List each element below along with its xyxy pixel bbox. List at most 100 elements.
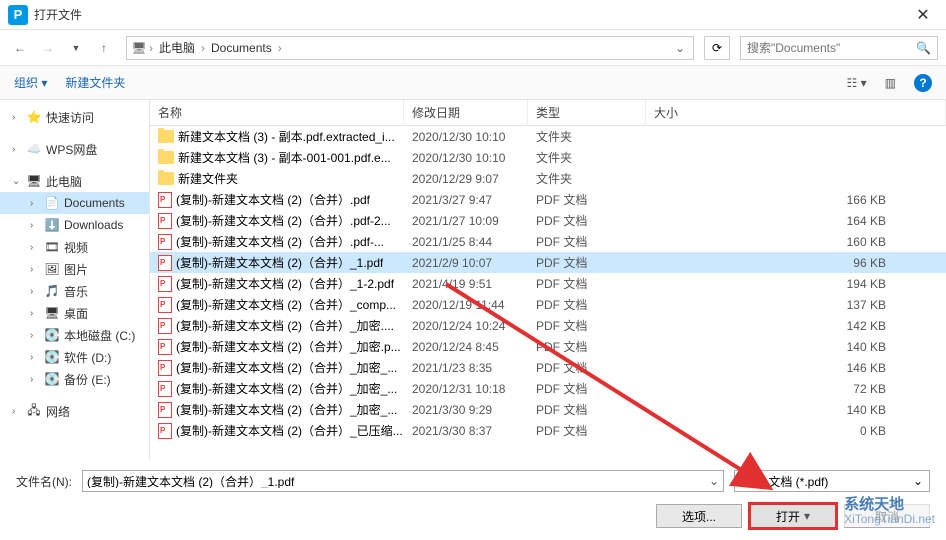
sidebar-wps[interactable]: ›☁️WPS网盘 <box>0 138 149 160</box>
picture-icon: 🖼 <box>44 261 60 277</box>
sidebar-diskd[interactable]: ›💽软件 (D:) <box>0 346 149 368</box>
file-row[interactable]: (复制)-新建文本文档 (2)（合并）.pdf2021/3/27 9:47PDF… <box>150 189 946 210</box>
sidebar-quick-access[interactable]: ›⭐快速访问 <box>0 106 149 128</box>
breadcrumb-folder[interactable]: Documents <box>207 41 276 55</box>
pdf-icon <box>158 255 172 271</box>
file-size: 142 KB <box>646 319 946 333</box>
window-title: 打开文件 <box>34 6 908 23</box>
disk-icon: 💽 <box>44 371 60 387</box>
sidebar-network[interactable]: ›🖧网络 <box>0 400 149 422</box>
search-field[interactable] <box>747 41 916 55</box>
sidebar-music[interactable]: ›🎵音乐 <box>0 280 149 302</box>
column-name[interactable]: 名称 <box>150 100 404 125</box>
file-date: 2020/12/31 10:18 <box>404 382 528 396</box>
file-name: (复制)-新建文本文档 (2)（合并）.pdf <box>176 191 370 208</box>
file-size: 72 KB <box>646 382 946 396</box>
sidebar-desktop[interactable]: ›🖥桌面 <box>0 302 149 324</box>
file-date: 2021/3/27 9:47 <box>404 193 528 207</box>
open-button[interactable]: 打开▾ <box>750 504 836 528</box>
column-type[interactable]: 类型 <box>528 100 646 125</box>
file-type: PDF 文档 <box>528 212 646 229</box>
filename-input[interactable]: ⌄ <box>82 470 724 492</box>
file-row[interactable]: (复制)-新建文本文档 (2)（合并）_加密_...2020/12/31 10:… <box>150 378 946 399</box>
sidebar-diske[interactable]: ›💽备份 (E:) <box>0 368 149 390</box>
filename-row: 文件名(N): ⌄ PDF 文档 (*.pdf) ⌄ <box>0 460 946 496</box>
file-type: PDF 文档 <box>528 233 646 250</box>
forward-button[interactable]: → <box>36 36 60 60</box>
file-row[interactable]: 新建文件夹2020/12/29 9:07文件夹 <box>150 168 946 189</box>
file-size: 0 KB <box>646 424 946 438</box>
sidebar-pictures[interactable]: ›🖼图片 <box>0 258 149 280</box>
chevron-right-icon: › <box>278 41 282 55</box>
file-size: 166 KB <box>646 193 946 207</box>
file-type: 文件夹 <box>528 128 646 145</box>
file-type: PDF 文档 <box>528 338 646 355</box>
back-button[interactable]: ← <box>8 36 32 60</box>
help-button[interactable]: ? <box>914 74 932 92</box>
file-list[interactable]: 新建文本文档 (3) - 副本.pdf.extracted_i...2020/1… <box>150 126 946 460</box>
file-row[interactable]: (复制)-新建文本文档 (2)（合并）_加密.p...2020/12/24 8:… <box>150 336 946 357</box>
pdf-icon <box>158 402 172 418</box>
folder-icon <box>158 130 174 143</box>
nav-bar: ← → ▼ ↑ 🖥 › 此电脑 › Documents › ⌄ ⟳ 🔍 <box>0 30 946 66</box>
file-row[interactable]: 新建文本文档 (3) - 副本.pdf.extracted_i...2020/1… <box>150 126 946 147</box>
file-size: 160 KB <box>646 235 946 249</box>
filename-field[interactable] <box>87 474 709 488</box>
search-input[interactable]: 🔍 <box>740 36 938 60</box>
file-row[interactable]: (复制)-新建文本文档 (2)（合并）_加密_... 2021/1/23 8:35… <box>150 357 946 378</box>
column-size[interactable]: 大小 <box>646 100 946 125</box>
close-button[interactable]: ✕ <box>908 5 938 25</box>
disk-icon: 💽 <box>44 327 60 343</box>
action-row: 选项... 打开▾ 取消 <box>0 496 946 540</box>
filename-dropdown[interactable]: ⌄ <box>709 474 719 488</box>
column-date[interactable]: 修改日期 <box>404 100 528 125</box>
file-size: 140 KB <box>646 340 946 354</box>
file-name: (复制)-新建文本文档 (2)（合并）_已压缩... <box>176 422 403 439</box>
app-icon: P <box>8 5 28 25</box>
sidebar-thispc[interactable]: ⌄🖥此电脑 <box>0 170 149 192</box>
file-row[interactable]: (复制)-新建文本文档 (2)（合并）_加密....2020/12/24 10:… <box>150 315 946 336</box>
sidebar: ›⭐快速访问 ›☁️WPS网盘 ⌄🖥此电脑 ›📄Documents ›⬇️Dow… <box>0 100 150 460</box>
file-date: 2021/1/25 8:44 <box>404 235 528 249</box>
file-pane: 名称 修改日期 类型 大小 新建文本文档 (3) - 副本.pdf.extrac… <box>150 100 946 460</box>
file-row[interactable]: (复制)-新建文本文档 (2)（合并）_1.pdf2021/2/9 10:07P… <box>150 252 946 273</box>
filter-label: PDF 文档 (*.pdf) <box>741 473 828 490</box>
file-name: (复制)-新建文本文档 (2)（合并）_1-2.pdf <box>176 275 394 292</box>
file-row[interactable]: (复制)-新建文本文档 (2)（合并）.pdf-2...2021/1/27 10… <box>150 210 946 231</box>
file-date: 2021/1/23 8:35 <box>404 361 528 375</box>
pc-icon: 🖥 <box>26 173 42 189</box>
filter-dropdown[interactable]: PDF 文档 (*.pdf) ⌄ <box>734 470 930 492</box>
pdf-icon <box>158 423 172 439</box>
organize-button[interactable]: 组织 ▾ <box>14 74 47 91</box>
up-button[interactable]: ↑ <box>92 36 116 60</box>
sidebar-downloads[interactable]: ›⬇️Downloads <box>0 214 149 236</box>
breadcrumb[interactable]: 🖥 › 此电脑 › Documents › ⌄ <box>126 36 694 60</box>
file-row[interactable]: (复制)-新建文本文档 (2)（合并）_已压缩...2021/3/30 8:37… <box>150 420 946 441</box>
file-date: 2021/2/9 10:07 <box>404 256 528 270</box>
cloud-icon: ☁️ <box>26 141 42 157</box>
pdf-icon <box>158 192 172 208</box>
file-row[interactable]: (复制)-新建文本文档 (2)（合并）.pdf-...2021/1/25 8:4… <box>150 231 946 252</box>
breadcrumb-root[interactable]: 此电脑 <box>155 39 199 56</box>
file-row[interactable]: 新建文本文档 (3) - 副本-001-001.pdf.e...2020/12/… <box>150 147 946 168</box>
file-date: 2021/3/30 8:37 <box>404 424 528 438</box>
file-row[interactable]: (复制)-新建文本文档 (2)（合并）_comp...2020/12/19 11… <box>150 294 946 315</box>
file-name: (复制)-新建文本文档 (2)（合并）_加密_... <box>176 359 397 376</box>
breadcrumb-dropdown[interactable]: ⌄ <box>671 41 689 55</box>
sidebar-documents[interactable]: ›📄Documents <box>0 192 149 214</box>
pdf-icon <box>158 318 172 334</box>
file-name: (复制)-新建文本文档 (2)（合并）_加密.p... <box>176 338 401 355</box>
recent-dropdown[interactable]: ▼ <box>64 36 88 60</box>
sidebar-diskc[interactable]: ›💽本地磁盘 (C:) <box>0 324 149 346</box>
chevron-down-icon: ⌄ <box>913 474 923 488</box>
file-row[interactable]: (复制)-新建文本文档 (2)（合并）_加密_...2021/3/30 9:29… <box>150 399 946 420</box>
column-headers: 名称 修改日期 类型 大小 <box>150 100 946 126</box>
file-row[interactable]: (复制)-新建文本文档 (2)（合并）_1-2.pdf2021/4/19 9:5… <box>150 273 946 294</box>
view-details-button[interactable]: ▥ <box>885 76 896 90</box>
search-icon[interactable]: 🔍 <box>916 41 931 55</box>
refresh-button[interactable]: ⟳ <box>704 36 730 60</box>
new-folder-button[interactable]: 新建文件夹 <box>65 74 125 91</box>
options-button[interactable]: 选项... <box>656 504 742 528</box>
sidebar-videos[interactable]: ›🎞视频 <box>0 236 149 258</box>
view-list-button[interactable]: ☷ ▾ <box>847 76 867 90</box>
